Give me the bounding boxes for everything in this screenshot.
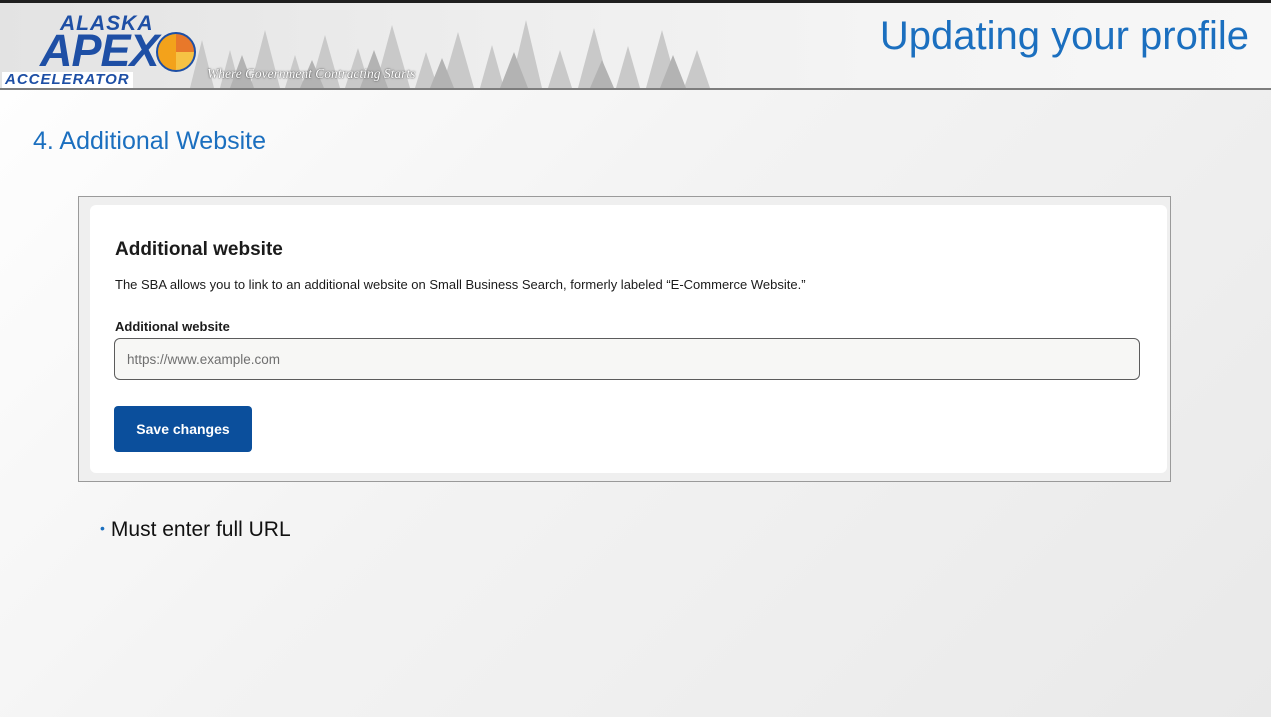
page-title: Updating your profile [879,14,1249,58]
bullet-text: Must enter full URL [110,518,291,541]
logo-line-accelerator: ACCELERATOR [2,72,133,88]
apex-accelerator-logo: ALASKA APEX ACCELERATOR [0,8,210,88]
tagline: Where Government Contracting Starts [207,66,416,81]
bullet-dot-icon: • [100,520,105,536]
screenshot-panel: Additional website The SBA allows you to… [78,196,1171,482]
save-changes-button[interactable]: Save changes [114,406,252,452]
additional-website-input[interactable] [114,338,1140,380]
logo-line-apex: APEX [40,25,160,76]
bullet-item: • Must enter full URL [100,518,291,542]
additional-website-label: Additional website [115,319,230,334]
sun-icon [156,32,196,72]
card-description: The SBA allows you to link to an additio… [115,277,806,292]
step-heading: 4. Additional Website [33,127,267,155]
additional-website-card: Additional website The SBA allows you to… [90,205,1167,473]
card-title: Additional website [115,239,283,260]
header-banner: ALASKA APEX ACCELERATOR Where Government… [0,0,1271,90]
